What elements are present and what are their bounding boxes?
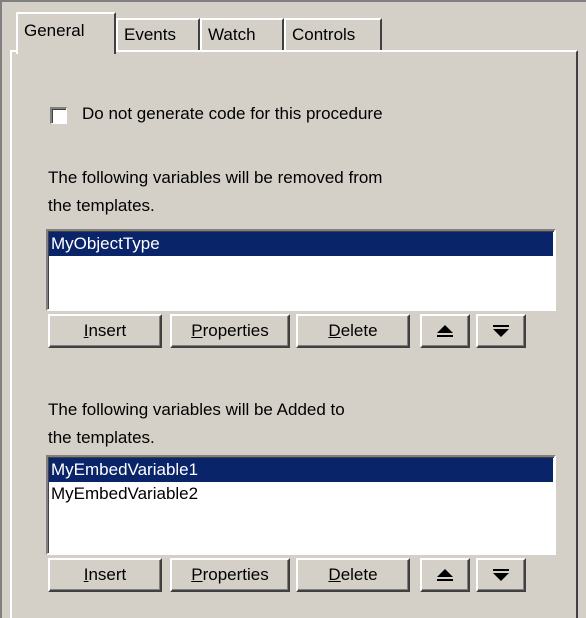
tab-general-label: General bbox=[24, 21, 85, 40]
no-generate-code-label[interactable]: Do not generate code for this procedure bbox=[82, 104, 383, 124]
delete-label: elete bbox=[340, 565, 378, 584]
added-variables-list[interactable]: MyEmbedVariable1 MyEmbedVariable2 bbox=[46, 455, 556, 555]
removed-properties-button[interactable]: Properties bbox=[170, 314, 290, 348]
tab-events-label: Events bbox=[124, 25, 176, 44]
added-delete-button[interactable]: Delete bbox=[296, 558, 410, 592]
properties-label: roperties bbox=[202, 565, 269, 584]
insert-label: nsert bbox=[88, 321, 127, 340]
tab-events[interactable]: Events bbox=[116, 18, 200, 50]
tab-general[interactable]: General bbox=[16, 12, 116, 54]
insert-label: nsert bbox=[88, 565, 127, 584]
properties-mnemonic: P bbox=[191, 321, 203, 340]
arrow-down-bar-icon bbox=[493, 569, 509, 581]
arrow-up-bar-icon bbox=[437, 325, 453, 337]
arrow-up-bar-icon bbox=[437, 569, 453, 581]
list-item[interactable]: MyEmbedVariable1 bbox=[49, 458, 553, 482]
delete-mnemonic: D bbox=[328, 321, 341, 340]
tab-watch-label: Watch bbox=[208, 25, 256, 44]
properties-label: roperties bbox=[202, 321, 269, 340]
tab-controls[interactable]: Controls bbox=[284, 18, 382, 50]
added-caption-line1: The following variables will be Added to bbox=[48, 400, 345, 419]
tab-strip: General Events Watch Controls bbox=[16, 12, 576, 54]
list-item[interactable]: MyObjectType bbox=[49, 232, 553, 256]
added-insert-button[interactable]: Insert bbox=[48, 558, 162, 592]
delete-mnemonic: D bbox=[328, 565, 341, 584]
added-properties-button[interactable]: Properties bbox=[170, 558, 290, 592]
removed-caption-line2: the templates. bbox=[48, 196, 155, 215]
properties-mnemonic: P bbox=[191, 565, 203, 584]
added-caption-line2: the templates. bbox=[48, 428, 155, 447]
removed-caption-line1: The following variables will be removed … bbox=[48, 168, 383, 187]
arrow-down-bar-icon bbox=[493, 325, 509, 337]
removed-insert-button[interactable]: Insert bbox=[48, 314, 162, 348]
tab-watch[interactable]: Watch bbox=[200, 18, 284, 50]
list-item[interactable]: MyEmbedVariable2 bbox=[49, 482, 553, 506]
removed-delete-button[interactable]: Delete bbox=[296, 314, 410, 348]
removed-variables-list[interactable]: MyObjectType bbox=[46, 229, 556, 311]
no-generate-code-checkbox[interactable] bbox=[50, 107, 67, 124]
tab-controls-label: Controls bbox=[292, 25, 356, 44]
removed-move-down-button[interactable] bbox=[476, 314, 526, 348]
properties-dialog: General Events Watch Controls Do not gen… bbox=[0, 0, 586, 618]
removed-move-up-button[interactable] bbox=[420, 314, 470, 348]
added-move-up-button[interactable] bbox=[420, 558, 470, 592]
added-move-down-button[interactable] bbox=[476, 558, 526, 592]
delete-label: elete bbox=[340, 321, 378, 340]
